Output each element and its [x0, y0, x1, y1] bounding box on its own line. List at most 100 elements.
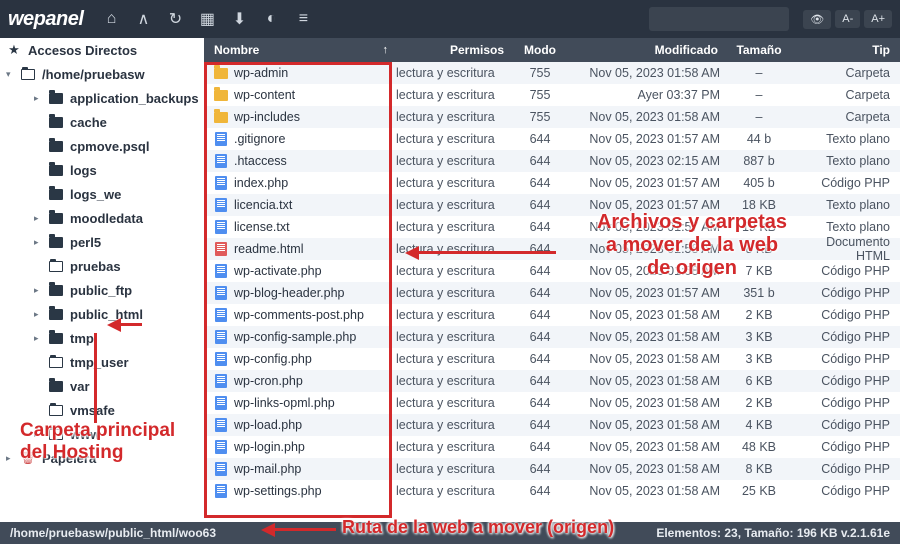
file-type: Código PHP	[792, 264, 900, 278]
file-type: Carpeta	[792, 110, 900, 124]
up-icon[interactable]: ∧	[129, 5, 157, 33]
col-modified[interactable]: Modificado	[568, 43, 726, 57]
file-row[interactable]: .gitignore lectura y escritura 644 Nov 0…	[204, 128, 900, 150]
sidebar-root[interactable]: ▾ /home/pruebasw	[0, 62, 204, 86]
caret-icon: ▸	[34, 285, 46, 296]
sidebar-item[interactable]: cpmove.psql	[0, 134, 204, 158]
file-perm: lectura y escritura	[396, 242, 512, 256]
file-row[interactable]: index.php lectura y escritura 644 Nov 05…	[204, 172, 900, 194]
file-icon	[214, 396, 228, 410]
file-row[interactable]: licencia.txt lectura y escritura 644 Nov…	[204, 194, 900, 216]
file-row[interactable]: wp-content lectura y escritura 755 Ayer …	[204, 84, 900, 106]
file-row[interactable]: wp-admin lectura y escritura 755 Nov 05,…	[204, 62, 900, 84]
trash-icon: 🗑	[20, 451, 36, 465]
help-icon[interactable]: ◐	[257, 5, 285, 33]
sidebar-item[interactable]: ▸ tmp	[0, 326, 204, 350]
sidebar-item[interactable]: logs	[0, 158, 204, 182]
sidebar-item-label: logs	[70, 163, 97, 178]
file-name: wp-blog-header.php	[234, 286, 345, 300]
file-perm: lectura y escritura	[396, 154, 512, 168]
file-size: 3 KB	[726, 352, 792, 366]
file-size: 7 KB	[726, 264, 792, 278]
sidebar-item[interactable]: ▸ moodledata	[0, 206, 204, 230]
file-row[interactable]: .htaccess lectura y escritura 644 Nov 05…	[204, 150, 900, 172]
folder-icon	[214, 66, 228, 80]
col-name[interactable]: Nombre↑	[204, 43, 396, 57]
file-name: readme.html	[234, 242, 303, 256]
file-row[interactable]: wp-comments-post.php lectura y escritura…	[204, 304, 900, 326]
sidebar-item[interactable]: ▸ perl5	[0, 230, 204, 254]
sidebar-item-label: tmp	[70, 331, 94, 346]
file-type: Texto plano	[792, 198, 900, 212]
file-size: 44 b	[726, 132, 792, 146]
file-mode: 644	[512, 440, 568, 454]
file-row[interactable]: wp-links-opml.php lectura y escritura 64…	[204, 392, 900, 414]
grid-icon[interactable]: ▦	[193, 5, 221, 33]
download-icon[interactable]: ⬇	[225, 5, 253, 33]
main-area: ★ Accesos Directos ▾ /home/pruebasw ▸ ap…	[0, 38, 900, 522]
file-row[interactable]: wp-config.php lectura y escritura 644 No…	[204, 348, 900, 370]
col-size[interactable]: Tamaño	[726, 43, 792, 57]
file-row[interactable]: wp-load.php lectura y escritura 644 Nov …	[204, 414, 900, 436]
file-perm: lectura y escritura	[396, 462, 512, 476]
sidebar-item[interactable]: vmsafe	[0, 398, 204, 422]
file-row[interactable]: wp-mail.php lectura y escritura 644 Nov …	[204, 458, 900, 480]
file-perm: lectura y escritura	[396, 110, 512, 124]
file-row[interactable]: wp-activate.php lectura y escritura 644 …	[204, 260, 900, 282]
settings-icon[interactable]: ≡	[289, 5, 317, 33]
font-larger-button[interactable]: A+	[864, 10, 892, 28]
file-row[interactable]: readme.html lectura y escritura 644 Nov …	[204, 238, 900, 260]
home-icon[interactable]: ⌂	[97, 5, 125, 33]
sidebar-item[interactable]: tmp_user	[0, 350, 204, 374]
col-mode[interactable]: Modo	[512, 43, 568, 57]
sidebar-item[interactable]: ▸ public_html	[0, 302, 204, 326]
file-mode: 644	[512, 308, 568, 322]
file-name: wp-activate.php	[234, 264, 322, 278]
sidebar-item[interactable]: ▸ public_ftp	[0, 278, 204, 302]
file-row[interactable]: wp-login.php lectura y escritura 644 Nov…	[204, 436, 900, 458]
font-smaller-button[interactable]: A-	[835, 10, 860, 28]
caret-down-icon: ▾	[6, 69, 18, 80]
file-size: 25 KB	[726, 484, 792, 498]
file-mode: 755	[512, 88, 568, 102]
file-row[interactable]: wp-includes lectura y escritura 755 Nov …	[204, 106, 900, 128]
file-mode: 755	[512, 110, 568, 124]
sidebar-item[interactable]: cache	[0, 110, 204, 134]
folder-icon	[48, 357, 64, 368]
file-row[interactable]: wp-blog-header.php lectura y escritura 6…	[204, 282, 900, 304]
sidebar-item-label: vmsafe	[70, 403, 115, 418]
sidebar-item[interactable]: pruebas	[0, 254, 204, 278]
file-icon	[214, 286, 228, 300]
file-name: .htaccess	[234, 154, 287, 168]
file-name: licencia.txt	[234, 198, 292, 212]
file-perm: lectura y escritura	[396, 374, 512, 388]
file-icon	[214, 176, 228, 190]
sidebar-item[interactable]: ▸ www	[0, 422, 204, 446]
file-name: wp-comments-post.php	[234, 308, 364, 322]
file-modified: Nov 05, 2023 01:57 AM	[568, 176, 726, 190]
file-row[interactable]: wp-settings.php lectura y escritura 644 …	[204, 480, 900, 502]
file-type: Código PHP	[792, 484, 900, 498]
col-type[interactable]: Tip	[792, 43, 900, 57]
sidebar-item[interactable]: var	[0, 374, 204, 398]
sidebar-item[interactable]: logs_we	[0, 182, 204, 206]
file-perm: lectura y escritura	[396, 440, 512, 454]
caret-icon: ▸	[34, 93, 46, 104]
sidebar-item[interactable]: ▸ application_backups	[0, 86, 204, 110]
file-icon	[214, 374, 228, 388]
sidebar-trash[interactable]: ▸ 🗑 Papelera	[0, 446, 204, 470]
sidebar-item-label: tmp_user	[70, 355, 129, 370]
col-perm[interactable]: Permisos	[396, 43, 512, 57]
eye-icon[interactable]: 👁	[803, 10, 831, 29]
sidebar-shortcuts[interactable]: ★ Accesos Directos	[0, 38, 204, 62]
folder-icon	[48, 237, 64, 248]
sidebar-item-label: perl5	[70, 235, 101, 250]
search-input[interactable]	[649, 7, 789, 31]
reload-icon[interactable]: ↻	[161, 5, 189, 33]
file-row[interactable]: wp-cron.php lectura y escritura 644 Nov …	[204, 370, 900, 392]
status-info: Elementos: 23, Tamaño: 196 KB v.2.1.61e	[656, 526, 890, 540]
file-size: 48 KB	[726, 440, 792, 454]
file-row[interactable]: wp-config-sample.php lectura y escritura…	[204, 326, 900, 348]
caret-icon: ▸	[34, 213, 46, 224]
file-modified: Nov 05, 2023 01:58 AM	[568, 264, 726, 278]
